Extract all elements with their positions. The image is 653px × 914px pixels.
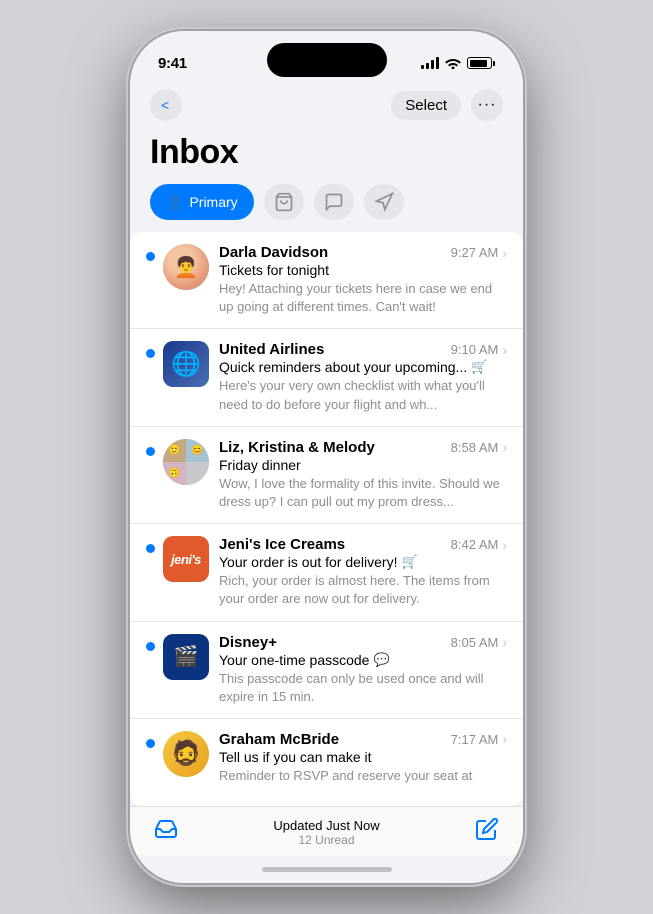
unread-label: 12 Unread [273, 833, 379, 847]
email-preview-1: Hey! Attaching your tickets here in case… [219, 280, 507, 316]
email-content-6: Graham McBride 7:17 AM › Tell us if you … [219, 731, 507, 785]
email-preview-2: Here's your very own checklist with what… [219, 377, 507, 413]
email-item-6[interactable]: 🧔 Graham McBride 7:17 AM › Tell us if yo… [130, 719, 523, 797]
unread-dot [146, 642, 155, 651]
unread-dot [146, 349, 155, 358]
graham-avatar: 🧔 [171, 739, 201, 768]
select-button[interactable]: Select [391, 91, 461, 120]
email-item-1[interactable]: 🧑‍🦱 Darla Davidson 9:27 AM › Tickets for… [130, 232, 523, 329]
compose-button[interactable] [475, 817, 499, 847]
email-time-2: 9:10 AM [451, 342, 499, 357]
avatar-disney: 🎬 [163, 634, 209, 680]
email-time-5: 8:05 AM [451, 635, 499, 650]
tab-social[interactable] [314, 184, 354, 220]
disney-logo: 🎬 [174, 644, 199, 669]
sender-name-6: Graham McBride [219, 731, 339, 748]
message-badge-5: 💬 [373, 652, 389, 668]
more-button[interactable]: ··· [471, 89, 503, 121]
chevron-icon-1: › [502, 245, 507, 261]
tab-shopping[interactable] [264, 184, 304, 220]
jenis-logo: jeni's [171, 552, 201, 567]
person-icon: 👤 [166, 194, 183, 211]
nav-bar: Select ··· [130, 81, 523, 129]
unread-dot [146, 447, 155, 456]
email-content-2: United Airlines 9:10 AM › Quick reminder… [219, 341, 507, 413]
sender-name-1: Darla Davidson [219, 244, 328, 261]
email-time-6: 7:17 AM [451, 732, 499, 747]
unread-dot [146, 544, 155, 553]
email-list: 🧑‍🦱 Darla Davidson 9:27 AM › Tickets for… [130, 232, 523, 806]
email-time-4: 8:42 AM [451, 537, 499, 552]
cart-badge-2: 🛒 [471, 359, 487, 375]
email-content-3: Liz, Kristina & Melody 8:58 AM › Friday … [219, 439, 507, 511]
email-subject-5: Your one-time passcode 💬 [219, 652, 507, 668]
email-subject-6: Tell us if you can make it [219, 749, 507, 765]
email-content-5: Disney+ 8:05 AM › Your one-time passcode… [219, 634, 507, 706]
bottom-bar: Updated Just Now 12 Unread [130, 806, 523, 855]
category-tabs: 👤 Primary [130, 184, 523, 232]
unread-dot [146, 252, 155, 261]
status-time: 9:41 [158, 55, 187, 72]
email-preview-5: This passcode can only be used once and … [219, 670, 507, 706]
compose-icon [475, 817, 499, 841]
email-preview-4: Rich, your order is almost here. The ite… [219, 572, 507, 608]
email-preview-6: Reminder to RSVP and reserve your seat a… [219, 767, 507, 785]
unread-dot [146, 739, 155, 748]
email-content-1: Darla Davidson 9:27 AM › Tickets for ton… [219, 244, 507, 316]
sender-name-4: Jeni's Ice Creams [219, 536, 345, 553]
avatar-group: 🙂 😊 🙃 [163, 439, 209, 485]
cart-badge-4: 🛒 [401, 554, 417, 570]
update-status: Updated Just Now 12 Unread [273, 818, 379, 847]
email-time-3: 8:58 AM [451, 440, 499, 455]
updated-label: Updated Just Now [273, 818, 379, 833]
globe-icon: 🌐 [171, 350, 201, 379]
page-title: Inbox [150, 133, 503, 172]
avatar-graham: 🧔 [163, 731, 209, 777]
email-subject-3: Friday dinner [219, 457, 507, 473]
sender-name-2: United Airlines [219, 341, 324, 358]
avatar-jenis: jeni's [163, 536, 209, 582]
chevron-icon-3: › [502, 439, 507, 455]
status-icons [421, 57, 495, 69]
megaphone-icon [374, 192, 394, 212]
email-subject-1: Tickets for tonight [219, 262, 507, 278]
cart-icon [274, 192, 294, 212]
avatar-united: 🌐 [163, 341, 209, 387]
email-subject-2: Quick reminders about your upcoming... 🛒 [219, 359, 507, 375]
email-item-3[interactable]: 🙂 😊 🙃 Liz, Kristina & Melody 8:58 AM › [130, 427, 523, 524]
avatar-darla: 🧑‍🦱 [163, 244, 209, 290]
screen: 9:41 [130, 31, 523, 883]
signal-icon [421, 57, 439, 69]
email-preview-3: Wow, I love the formality of this invite… [219, 475, 507, 511]
wifi-icon [445, 57, 461, 69]
chevron-icon-2: › [502, 342, 507, 358]
inbox-header: Inbox [130, 129, 523, 184]
nav-right-actions: Select ··· [391, 89, 503, 121]
chevron-icon-6: › [502, 731, 507, 747]
dynamic-island [267, 43, 387, 77]
email-subject-4: Your order is out for delivery! 🛒 [219, 554, 507, 570]
message-icon [324, 192, 344, 212]
tab-primary[interactable]: 👤 Primary [150, 184, 254, 220]
email-item-2[interactable]: 🌐 United Airlines 9:10 AM › Quick remind… [130, 329, 523, 426]
home-indicator [130, 855, 523, 883]
battery-icon [467, 57, 495, 69]
chevron-icon-4: › [502, 537, 507, 553]
tab-primary-label: Primary [189, 194, 237, 210]
sender-name-5: Disney+ [219, 634, 277, 651]
mailbox-icon [154, 817, 178, 841]
back-button[interactable] [150, 89, 182, 121]
tab-promotions[interactable] [364, 184, 404, 220]
email-item-5[interactable]: 🎬 Disney+ 8:05 AM › Your one-time passco… [130, 622, 523, 719]
sender-name-3: Liz, Kristina & Melody [219, 439, 375, 456]
email-time-1: 9:27 AM [451, 245, 499, 260]
mailbox-button[interactable] [154, 817, 178, 847]
phone-frame: 9:41 [130, 31, 523, 883]
email-item-4[interactable]: jeni's Jeni's Ice Creams 8:42 AM › Your … [130, 524, 523, 621]
chevron-icon-5: › [502, 634, 507, 650]
email-content-4: Jeni's Ice Creams 8:42 AM › Your order i… [219, 536, 507, 608]
